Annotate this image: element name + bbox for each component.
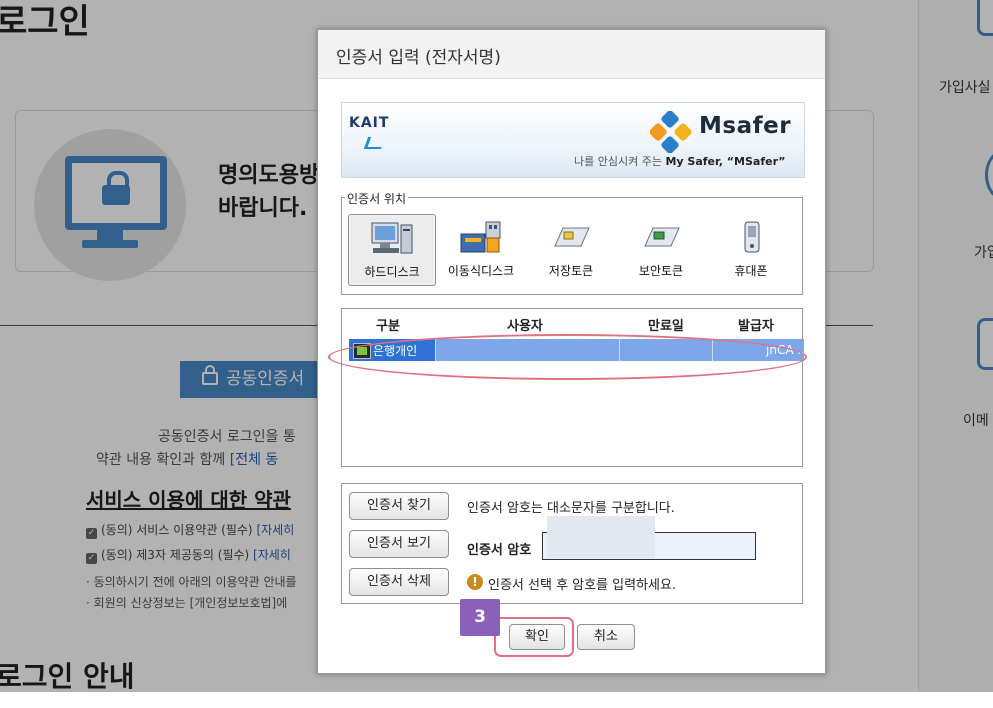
certificate-dialog: 인증서 입력 (전자서명) KAIT Msafer 나를 안심시켜 주는 My … [317,29,826,674]
location-phone[interactable]: 휴대폰 [708,214,794,284]
msafer-logo-text: Msafer [699,113,792,139]
location-label: 보안토큰 [638,264,684,278]
banner-slogan: 나를 안심시켜 주는 My Safer, “MSafer” [574,155,786,168]
dialog-header: 인증서 입력 (전자서명) [318,30,825,79]
location-security-token[interactable]: 보안토큰 [618,214,704,284]
phone-icon [744,221,760,253]
location-label: 하드디스크 [364,265,420,279]
storage-token-icon [554,227,590,247]
kait-logo: KAIT [349,115,390,131]
location-label: 이동식디스크 [447,264,515,278]
cert-actions-panel: 인증서 찾기 인증서 암호는 대소문자를 구분합니다. 인증서 보기 인증서 암… [341,483,803,604]
location-storage-token[interactable]: 저장토큰 [528,214,614,284]
step-badge: 3 [460,599,500,636]
annotation-highlight-confirm [494,617,574,657]
find-cert-button[interactable]: 인증서 찾기 [349,492,449,520]
dialog-title: 인증서 입력 (전자서명) [336,48,501,68]
cert-location-group: 인증서 위치 하드디스크 이동식디스크 저장토큰 보안토큰 휴대폰 [341,190,803,295]
kait-swoosh-icon [363,137,386,149]
warning-icon: ! [467,574,483,590]
password-label: 인증서 암호 [467,543,532,558]
column-header[interactable]: 구분 [376,315,400,334]
hard-disk-icon [371,222,413,254]
cert-location-legend: 인증서 위치 [345,190,409,207]
password-input[interactable] [542,516,756,560]
certificate-list: 구분 사용자 만료일 발급자 은행개인 jnCA ... [341,308,809,467]
view-cert-button[interactable]: 인증서 보기 [349,530,449,558]
location-hard-disk[interactable]: 하드디스크 [348,214,436,286]
delete-cert-button[interactable]: 인증서 삭제 [349,568,449,596]
msafer-banner: KAIT Msafer 나를 안심시켜 주는 My Safer, “MSafer… [341,102,805,178]
annotation-highlight-row [328,334,807,380]
location-removable-disk[interactable]: 이동식디스크 [438,214,524,284]
case-sensitive-hint: 인증서 암호는 대소문자를 구분합니다. [467,501,675,516]
msafer-logo-icon [650,111,692,153]
page-bottom-strip [0,692,993,708]
security-token-icon [644,227,680,247]
cancel-button[interactable]: 취소 [577,624,635,650]
column-header[interactable]: 만료일 [648,315,684,334]
column-header[interactable]: 발급자 [738,315,774,334]
column-header[interactable]: 사용자 [507,315,543,334]
redaction-mask [547,516,655,558]
removable-disk-icon [460,221,501,253]
warning-text: 인증서 선택 후 암호를 입력하세요. [488,578,677,593]
dialog-body: KAIT Msafer 나를 안심시켜 주는 My Safer, “MSafer… [318,79,825,673]
location-label: 저장토큰 [548,264,594,278]
location-label: 휴대폰 [734,264,768,278]
